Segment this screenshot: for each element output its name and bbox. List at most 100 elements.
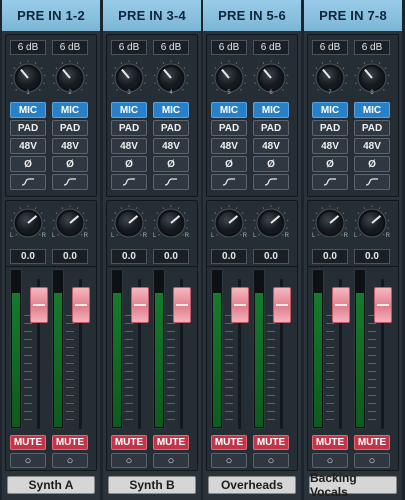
phantom-48v-button[interactable]: 48V [354,138,390,154]
high-pass-filter-button[interactable] [312,174,348,190]
pan-knob[interactable]: LR [111,205,147,243]
fader-scale-tick [368,395,376,396]
gain-knob[interactable]: 3 [111,60,147,96]
high-pass-filter-button[interactable] [52,174,88,190]
pad-button[interactable]: PAD [312,120,348,136]
mic-button[interactable]: MIC [312,102,348,118]
pad-button[interactable]: PAD [111,120,147,136]
phase-invert-button[interactable]: Ø [253,156,289,172]
fader-scale-tick [326,403,334,404]
solo-button[interactable]: ○ [111,453,147,468]
mic-button[interactable]: MIC [354,102,390,118]
phantom-48v-button[interactable]: 48V [52,138,88,154]
pan-right-label: R [142,233,147,239]
pad-button[interactable]: PAD [10,120,46,136]
solo-button[interactable]: ○ [312,453,348,468]
fader-scale-tick [368,411,376,412]
pad-button[interactable]: PAD [52,120,88,136]
solo-button[interactable]: ○ [354,453,390,468]
phantom-48v-button[interactable]: 48V [211,138,247,154]
channel-name-label[interactable]: Synth B [108,476,196,494]
gain-knob[interactable]: 1 [10,60,46,96]
mute-button[interactable]: MUTE [52,435,88,450]
mic-button[interactable]: MIC [253,102,289,118]
high-pass-filter-button[interactable] [111,174,147,190]
fader-scale-tick [66,387,74,388]
phantom-48v-button[interactable]: 48V [253,138,289,154]
gain-knob[interactable]: 8 [354,60,390,96]
solo-button[interactable]: ○ [10,453,46,468]
phase-invert-button[interactable]: Ø [211,156,247,172]
mic-button[interactable]: MIC [153,102,189,118]
phase-invert-button[interactable]: Ø [52,156,88,172]
phase-invert-button[interactable]: Ø [354,156,390,172]
phantom-48v-button[interactable]: 48V [10,138,46,154]
phase-invert-button[interactable]: Ø [312,156,348,172]
phantom-48v-button[interactable]: 48V [312,138,348,154]
volume-fader[interactable] [332,287,350,323]
pan-knob[interactable]: LR [354,205,390,243]
solo-button[interactable]: ○ [253,453,289,468]
pan-knob[interactable]: LR [312,205,348,243]
pan-knob[interactable]: LR [253,205,289,243]
mic-button[interactable]: MIC [10,102,46,118]
gain-knob[interactable]: 2 [52,60,88,96]
fader-scale-tick [125,379,133,380]
solo-button[interactable]: ○ [153,453,189,468]
volume-fader[interactable] [30,287,48,323]
gain-knob[interactable]: 6 [253,60,289,96]
mute-button[interactable]: MUTE [111,435,147,450]
solo-button[interactable]: ○ [52,453,88,468]
pad-button[interactable]: PAD [253,120,289,136]
gain-knob[interactable]: 5 [211,60,247,96]
gain-knob-number: 2 [68,90,72,96]
solo-button[interactable]: ○ [211,453,247,468]
level-meter-fill [54,292,62,427]
mute-button[interactable]: MUTE [354,435,390,450]
level-meter-fill [255,292,263,427]
mute-button[interactable]: MUTE [211,435,247,450]
volume-fader[interactable] [374,287,392,323]
mute-button[interactable]: MUTE [153,435,189,450]
high-pass-filter-button[interactable] [211,174,247,190]
pan-knob[interactable]: LR [10,205,46,243]
mic-button[interactable]: MIC [111,102,147,118]
gain-readout: 6 dB [153,40,189,55]
volume-fader[interactable] [131,287,149,323]
pad-button[interactable]: PAD [153,120,189,136]
pan-value: 0.0 [10,249,46,264]
volume-fader[interactable] [72,287,90,323]
pad-button[interactable]: PAD [354,120,390,136]
fader-scale-tick [167,339,175,340]
pan-knob[interactable]: LR [211,205,247,243]
volume-fader[interactable] [273,287,291,323]
fader-scale-tick [66,355,74,356]
pan-knob[interactable]: LR [153,205,189,243]
mute-button[interactable]: MUTE [10,435,46,450]
phantom-48v-button[interactable]: 48V [153,138,189,154]
fader-scale-tick [24,363,32,364]
mic-button[interactable]: MIC [52,102,88,118]
phantom-48v-button[interactable]: 48V [111,138,147,154]
strip-header: PRE IN 3-4 [103,0,201,31]
fader-scale-tick [225,411,233,412]
gain-knob[interactable]: 7 [312,60,348,96]
mute-button[interactable]: MUTE [253,435,289,450]
high-pass-filter-button[interactable] [253,174,289,190]
pad-button[interactable]: PAD [211,120,247,136]
channel-name-label[interactable]: Overheads [208,476,296,494]
channel-name-label[interactable]: Backing Vocals [309,471,397,499]
gain-knob[interactable]: 4 [153,60,189,96]
phase-invert-button[interactable]: Ø [10,156,46,172]
volume-fader[interactable] [231,287,249,323]
pan-knob[interactable]: LR [52,205,88,243]
volume-fader[interactable] [173,287,191,323]
phase-invert-button[interactable]: Ø [153,156,189,172]
high-pass-filter-button[interactable] [354,174,390,190]
mute-button[interactable]: MUTE [312,435,348,450]
high-pass-filter-button[interactable] [153,174,189,190]
phase-invert-button[interactable]: Ø [111,156,147,172]
mic-button[interactable]: MIC [211,102,247,118]
channel-name-label[interactable]: Synth A [7,476,95,494]
high-pass-filter-button[interactable] [10,174,46,190]
